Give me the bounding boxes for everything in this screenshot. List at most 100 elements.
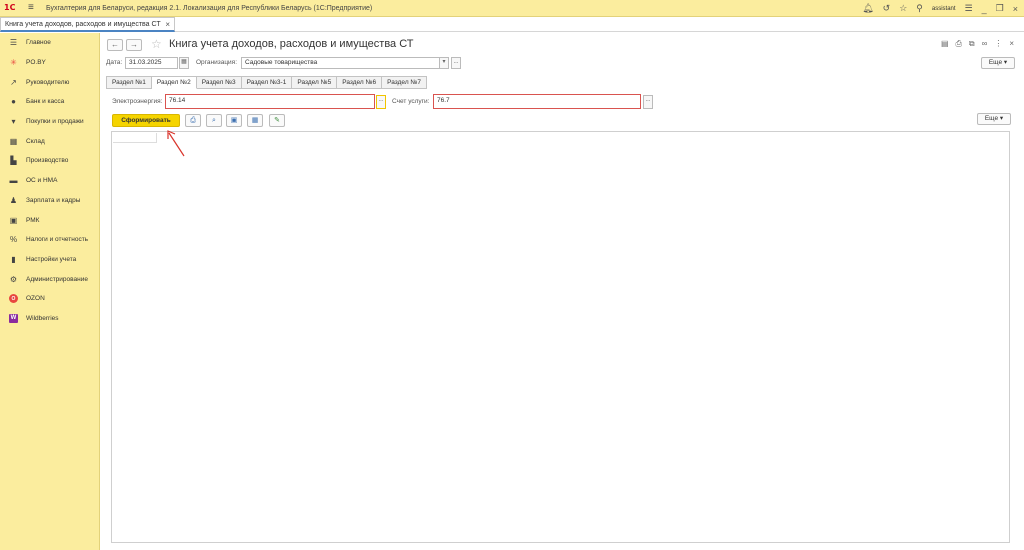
sidebar-item-label: Руководителю <box>26 78 70 86</box>
preview-icon[interactable]: ⧉ <box>969 39 975 49</box>
sidebar-item-poby[interactable]: ✳ PO.BY <box>0 53 99 73</box>
sidebar-item-ozon[interactable]: O OZON <box>0 289 99 309</box>
services-account-field[interactable]: 76.7 <box>433 94 641 109</box>
document-tab[interactable]: Книга учета доходов, расходов и имуществ… <box>0 17 175 32</box>
sidebar-item-label: ОС и НМА <box>26 177 58 185</box>
app-title: Бухгалтерия для Беларуси, редакция 2.1. … <box>46 4 373 12</box>
close-window-icon[interactable]: × <box>1013 4 1018 14</box>
bank-icon: ● <box>11 97 16 107</box>
more-button-label: Еще <box>988 59 1003 66</box>
report-cell[interactable] <box>113 133 157 143</box>
tab-section-7[interactable]: Раздел №7 <box>382 76 428 89</box>
settings-lines-icon[interactable]: ☰ <box>965 3 973 14</box>
sidebar-item-label: Производство <box>26 157 69 165</box>
table-button[interactable]: ▦ <box>247 114 263 127</box>
sidebar-item-manager[interactable]: ↗ Руководителю <box>0 72 99 92</box>
report-spreadsheet[interactable] <box>111 131 1010 543</box>
sidebar-item-sales[interactable]: ▾ Покупки и продажи <box>0 112 99 132</box>
sidebar-item-admin[interactable]: ⚙ Администрирование <box>0 269 99 289</box>
form-area: ← → ☆ Книга учета доходов, расходов и им… <box>101 33 1024 550</box>
more-button-label: Еще <box>984 115 999 122</box>
star-icon[interactable]: ☆ <box>899 3 907 14</box>
sidebar-item-label: Главное <box>26 39 51 47</box>
tab-section-3-1[interactable]: Раздел №3-1 <box>241 76 293 89</box>
electricity-label: Электроэнергия: <box>112 98 163 105</box>
restore-icon[interactable]: ❐ <box>996 3 1004 14</box>
organization-label: Организация: <box>196 59 238 66</box>
person-icon: ♟ <box>9 195 18 205</box>
tab-section-3[interactable]: Раздел №3 <box>196 76 242 89</box>
save-button[interactable]: ▣ <box>226 114 242 127</box>
tab-section-1[interactable]: Раздел №1 <box>106 76 152 89</box>
warehouse-icon: ▦ <box>9 136 18 146</box>
forward-button[interactable]: → <box>126 39 142 51</box>
sidebar-item-label: PO.BY <box>26 59 46 67</box>
cart-icon: ▾ <box>11 117 16 127</box>
date-field[interactable]: 31.03.2025 <box>125 57 178 69</box>
sidebar-item-assets[interactable]: ▬ ОС и НМА <box>0 171 99 191</box>
minimize-icon[interactable]: _ <box>982 4 987 14</box>
edit-button[interactable]: ✎ <box>269 114 285 127</box>
printer-icon[interactable]: ⎙ <box>956 39 962 49</box>
services-select-button[interactable]: ... <box>643 95 653 109</box>
sidebar-item-label: Настройки учета <box>26 255 77 263</box>
link-icon[interactable]: ∞ <box>982 39 988 49</box>
sidebar-item-production[interactable]: ▙ Производство <box>0 151 99 171</box>
form-header-icons: ▤ ⎙ ⧉ ∞ ⋮ × <box>941 39 1014 49</box>
menu-lines-icon: ☰ <box>9 38 18 48</box>
organization-select-button[interactable]: ... <box>451 57 461 69</box>
sidebar-item-label: РМК <box>26 216 40 224</box>
register-icon: ▣ <box>9 215 18 225</box>
hamburger-menu-icon[interactable]: ≡ <box>28 3 38 13</box>
sidebar-item-settings[interactable]: ▮ Настройки учета <box>0 250 99 270</box>
sidebar-item-label: Склад <box>26 137 45 145</box>
open-windows-strip: Книга учета доходов, расходов и имуществ… <box>0 17 1024 32</box>
electricity-select-button[interactable]: ... <box>376 95 386 109</box>
sidebar: ☰ Главное ✳ PO.BY ↗ Руководителю ● Банк и ка… <box>0 33 100 550</box>
print-icon[interactable]: ▤ <box>941 39 949 49</box>
close-tab-icon[interactable]: × <box>165 20 170 29</box>
document-tab-label: Книга учета доходов, расходов и имуществ… <box>5 20 161 28</box>
tab-section-6[interactable]: Раздел №6 <box>337 76 383 89</box>
trend-icon: ↗ <box>10 77 17 87</box>
sidebar-item-bank[interactable]: ● Банк и касса <box>0 92 99 112</box>
tab-section-2[interactable]: Раздел №2 <box>151 76 197 89</box>
factory-icon: ▙ <box>10 156 17 166</box>
history-icon[interactable]: ↺ <box>883 3 891 14</box>
favorite-star-icon[interactable]: ☆ <box>151 37 162 51</box>
wildberries-icon: W <box>9 313 18 323</box>
sidebar-item-label: Зарплата и кадры <box>26 196 81 204</box>
sidebar-item-label: Покупки и продажи <box>26 118 84 126</box>
sidebar-item-wildberries[interactable]: W Wildberries <box>0 309 99 329</box>
more-vertical-icon[interactable]: ⋮ <box>994 39 1002 49</box>
section-tabs: Раздел №1 Раздел №2 Раздел №3 Раздел №3-… <box>106 76 428 89</box>
calendar-icon[interactable]: ▦ <box>179 57 189 69</box>
title-bar: 1С ≡ Бухгалтерия для Беларуси, редакция … <box>0 0 1024 17</box>
page-title: Книга учета доходов, расходов и имуществ… <box>169 38 414 50</box>
more-button-header[interactable]: Еще ▾ <box>981 57 1015 69</box>
sidebar-item-main[interactable]: ☰ Главное <box>0 33 99 53</box>
annotation-arrow <box>167 130 185 157</box>
preview-button[interactable]: ⌕ <box>206 114 222 127</box>
services-label: Счет услуги: <box>392 98 430 105</box>
sidebar-item-salary[interactable]: ♟ Зарплата и кадры <box>0 191 99 211</box>
organization-dropdown-icon[interactable]: ▾ <box>439 57 449 69</box>
sidebar-item-label: Администрирование <box>26 275 88 283</box>
user-name[interactable]: assistant <box>932 6 956 12</box>
back-button[interactable]: ← <box>107 39 123 51</box>
book-icon: ▮ <box>11 254 16 264</box>
sidebar-item-rmk[interactable]: ▣ РМК <box>0 210 99 230</box>
search-icon[interactable]: ⚲ <box>916 3 923 14</box>
close-form-icon[interactable]: × <box>1009 39 1014 49</box>
date-label: Дата: <box>106 59 123 66</box>
sidebar-item-label: OZON <box>26 295 45 303</box>
bell-icon[interactable]: 🔔︎ <box>862 3 873 14</box>
organization-field[interactable]: Садовые товарищества <box>241 57 449 69</box>
sidebar-item-warehouse[interactable]: ▦ Склад <box>0 131 99 151</box>
sparkle-icon: ✳ <box>10 58 17 68</box>
sidebar-item-taxes[interactable]: % Налоги и отчетность <box>0 230 99 250</box>
app-logo: 1С <box>4 3 16 12</box>
electricity-account-field[interactable]: 76.14 <box>165 94 375 109</box>
tab-section-5[interactable]: Раздел №5 <box>292 76 338 89</box>
more-button-toolbar[interactable]: Еще ▾ <box>977 113 1011 125</box>
